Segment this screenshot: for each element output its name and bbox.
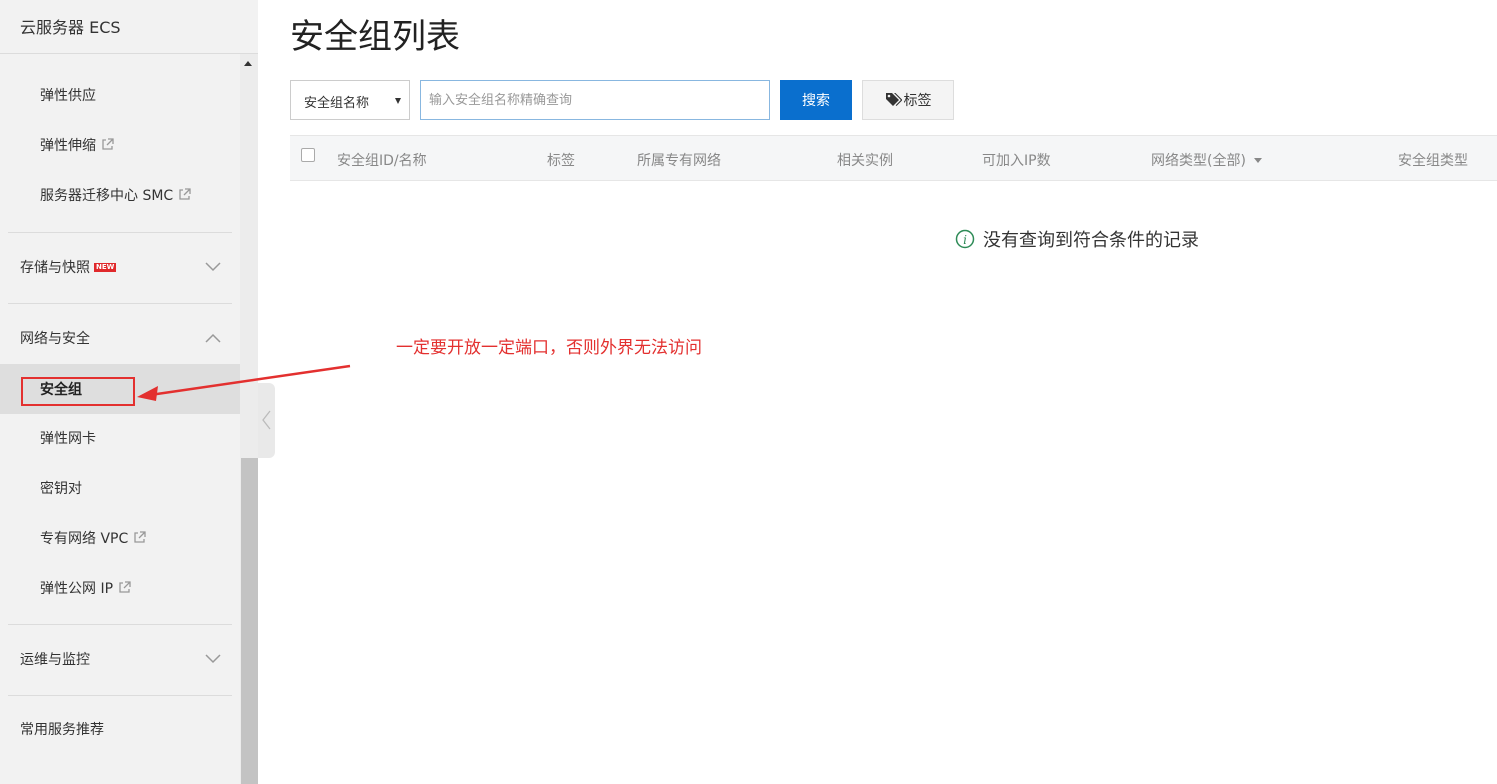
sidebar-item-key-pair[interactable]: 密钥对 [40,479,82,499]
tag-button-label: 标签 [903,93,932,109]
column-header-network-type[interactable]: 网络类型(全部) [1151,150,1262,170]
search-button[interactable]: 搜索 [780,80,852,120]
external-link-icon [134,531,146,543]
new-badge: NEW [94,263,117,272]
search-input[interactable] [420,80,770,120]
svg-text:i: i [963,233,967,247]
select-all-checkbox[interactable] [301,148,315,162]
chevron-down-icon[interactable] [205,654,221,664]
filter-type-value: 安全组名称 [304,96,370,111]
chevron-left-icon [262,410,271,430]
sidebar-item-eip[interactable]: 弹性公网 IP [40,579,131,599]
column-header-ip-count: 可加入IP数 [982,153,1051,169]
filter-type-select[interactable]: 安全组名称 [290,80,410,120]
info-icon: i [955,229,975,249]
tag-button[interactable]: 标签 [862,80,954,120]
sidebar-scroll-thumb[interactable] [241,458,258,784]
sidebar-item-smc[interactable]: 服务器迁移中心 SMC [40,186,191,206]
sidebar-group-common-services[interactable]: 常用服务推荐 [20,720,104,740]
sidebar-header: 云服务器 ECS [0,0,258,54]
sidebar-collapse-toggle[interactable] [258,383,275,458]
product-title: 云服务器 ECS [20,18,121,37]
column-header-group-type: 安全组类型 [1398,153,1468,169]
external-link-icon [119,581,131,593]
sidebar-divider [8,624,232,625]
caret-down-icon [395,98,401,104]
sidebar-group-storage[interactable]: 存储与快照 NEW [20,258,117,278]
sidebar-item-elastic-supply[interactable]: 弹性供应 [40,86,96,106]
column-header-instances: 相关实例 [837,153,893,169]
annotation-highlight-box [21,377,135,406]
sidebar-divider [8,232,232,233]
chevron-down-icon[interactable] [205,262,221,272]
column-header-vpc: 所属专有网络 [637,153,721,169]
column-header-tags: 标签 [547,153,575,169]
sidebar-divider [8,303,232,304]
sidebar-item-eni[interactable]: 弹性网卡 [40,429,96,449]
sidebar-item-auto-scaling[interactable]: 弹性伸缩 [40,136,114,156]
sidebar: 云服务器 ECS 弹性供应 弹性伸缩 服务器迁移中心 SMC 存储与快照 NEW … [0,0,258,784]
table-header: 安全组ID/名称 标签 所属专有网络 相关实例 可加入IP数 网络类型(全部) … [290,135,1497,181]
column-header-id-name: 安全组ID/名称 [337,153,427,169]
external-link-icon [102,138,114,150]
sidebar-group-network-security[interactable]: 网络与安全 [20,329,90,349]
external-link-icon [179,188,191,200]
sidebar-divider [8,695,232,696]
sidebar-item-vpc[interactable]: 专有网络 VPC [40,529,146,549]
annotation-text: 一定要开放一定端口，否则外界无法访问 [396,338,702,358]
sidebar-group-ops-monitoring[interactable]: 运维与监控 [20,650,90,670]
empty-state-text: 没有查询到符合条件的记录 [983,230,1199,251]
scroll-up-arrow-icon[interactable] [244,61,252,66]
chevron-up-icon[interactable] [205,333,221,343]
page-title: 安全组列表 [290,17,460,57]
tag-icon [885,93,902,106]
caret-down-icon [1253,158,1262,163]
empty-state-message: i 没有查询到符合条件的记录 [955,229,1199,253]
